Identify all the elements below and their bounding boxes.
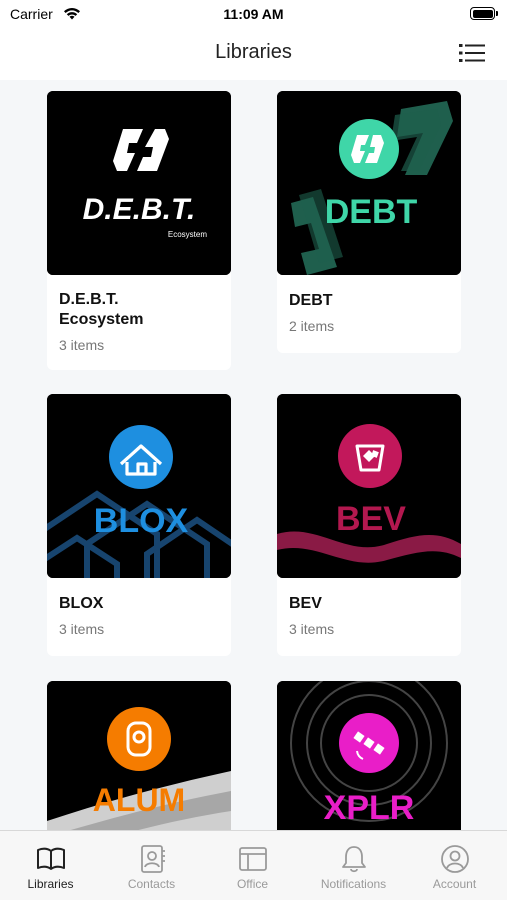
tab-office[interactable]: Office — [202, 831, 303, 900]
bell-icon — [341, 846, 366, 873]
library-cover-debt: DEBT — [277, 91, 461, 275]
tab-account[interactable]: Account — [404, 831, 505, 900]
tab-label: Libraries — [27, 877, 74, 891]
library-cover-xplr: XPLR — [277, 681, 461, 830]
cover-tagline: Ecosystem — [168, 230, 207, 239]
library-grid: D.E.B.T. Ecosystem D.E.B.T. Ecosystem 3 … — [0, 80, 507, 830]
tab-contacts[interactable]: Contacts — [101, 831, 202, 900]
library-title: BLOX — [59, 595, 104, 612]
list-view-icon[interactable] — [459, 42, 485, 64]
tab-label: Office — [236, 877, 269, 891]
library-item-count: 3 items — [289, 621, 335, 637]
tab-notifications[interactable]: Notifications — [303, 831, 404, 900]
debt-circle-logo-icon — [339, 119, 399, 179]
book-icon — [36, 847, 65, 870]
library-cover-alum: ALUM — [47, 681, 231, 830]
library-card-xplr[interactable]: XPLR — [277, 681, 461, 830]
battery-icon — [470, 7, 498, 20]
tab-bar: Libraries Contacts Office Notifications — [0, 830, 507, 900]
library-item-count: 2 items — [289, 318, 335, 334]
cover-wordmark: BLOX — [94, 502, 189, 540]
library-card-alum[interactable]: ALUM — [47, 681, 231, 830]
house-logo-icon — [109, 425, 173, 489]
status-time: 11:09 AM — [223, 6, 284, 22]
library-item-count: 3 items — [59, 337, 105, 353]
tab-label: Contacts — [127, 877, 176, 891]
library-card-blox[interactable]: BLOX BLOX 3 items — [47, 394, 231, 656]
tab-libraries[interactable]: Libraries — [0, 831, 101, 900]
status-bar: Carrier 11:09 AM — [0, 0, 507, 28]
library-title: DEBT — [289, 292, 333, 309]
office-icon — [238, 847, 267, 871]
library-card-debt-ecosystem[interactable]: D.E.B.T. Ecosystem D.E.B.T. Ecosystem 3 … — [47, 91, 231, 370]
library-card-bev[interactable]: BEV BEV 3 items — [277, 394, 461, 656]
cover-wordmark: DEBT — [325, 193, 418, 231]
library-item-count: 3 items — [59, 621, 105, 637]
navigation-bar: Libraries — [0, 28, 507, 80]
library-card-debt[interactable]: DEBT DEBT 2 items — [277, 91, 461, 353]
cover-wordmark: XPLR — [324, 789, 415, 827]
cover-wordmark: D.E.B.T. — [83, 193, 196, 226]
library-title: BEV — [289, 595, 322, 612]
library-cover-bev: BEV — [277, 394, 461, 578]
contacts-icon — [140, 845, 165, 873]
cover-wordmark: ALUM — [93, 782, 185, 818]
library-cover-blox: BLOX — [47, 394, 231, 578]
tab-label: Notifications — [320, 877, 387, 891]
library-title: D.E.B.T. Ecosystem — [59, 291, 144, 328]
page-title: Libraries — [215, 41, 292, 63]
cover-wordmark: BEV — [336, 500, 406, 538]
tab-label: Account — [432, 877, 477, 891]
device-logo-icon — [107, 707, 171, 771]
account-icon — [440, 845, 469, 873]
library-cover-debt-ecosystem: D.E.B.T. Ecosystem — [47, 91, 231, 275]
